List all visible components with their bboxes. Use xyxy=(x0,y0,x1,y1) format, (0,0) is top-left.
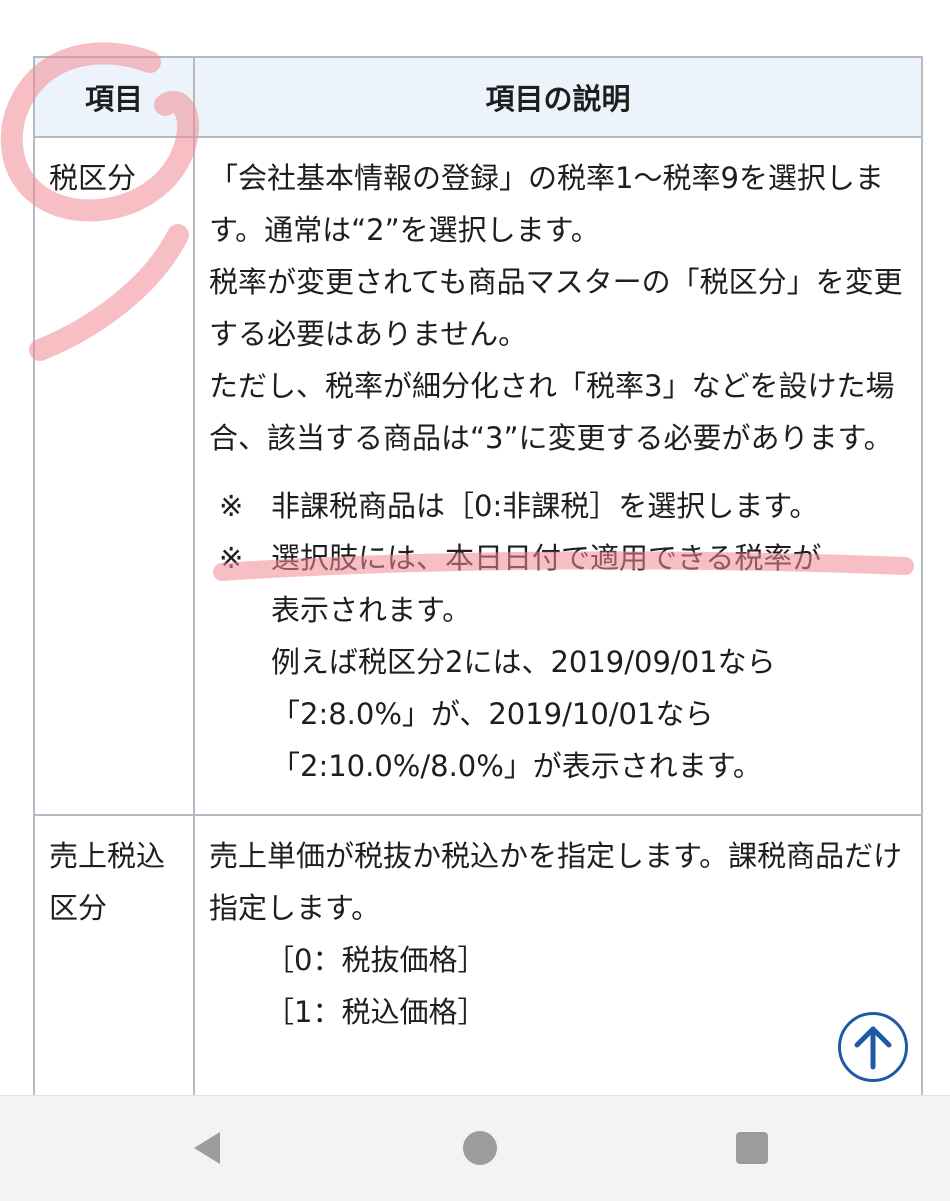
back-button[interactable] xyxy=(186,1126,230,1170)
note-continuation: 「2:10.0%/8.0%」が表示されます。 xyxy=(271,749,762,783)
home-button[interactable] xyxy=(458,1126,502,1170)
scroll-to-top-button[interactable] xyxy=(838,1012,908,1082)
recent-square-icon xyxy=(736,1132,768,1164)
tax-item-table: 項目 項目の説明 税区分 「会社基本情報の登録」の税率1〜税率9を選択します。通… xyxy=(33,56,923,1095)
arrow-up-icon xyxy=(854,1026,892,1070)
option-tax-included: ［1：税込価格］ xyxy=(265,995,487,1029)
header-description: 項目の説明 xyxy=(193,56,923,138)
page-content: 項目 項目の説明 税区分 「会社基本情報の登録」の税率1〜税率9を選択します。通… xyxy=(0,0,950,1095)
table-row: 売上税込区分 売上単価が税抜か税込かを指定します。課税商品だけ指定します。 ［0… xyxy=(33,814,923,1095)
desc-paragraph: ただし、税率が細分化され「税率3」などを設けた場合、該当する商品は“3”に変更す… xyxy=(209,369,895,455)
item-tax-category: 税区分 xyxy=(33,136,195,816)
home-circle-icon xyxy=(463,1131,497,1165)
option-tax-excluded: ［0：税抜価格］ xyxy=(265,943,487,977)
note-text: 非課税商品は［0:非課税］を選択します。 xyxy=(271,489,819,523)
desc-paragraph: 税率が変更されても商品マスターの「税区分」を変更する必要はありません。 xyxy=(209,265,903,351)
note-text: 選択肢には、本日日付で適用できる税率が xyxy=(271,541,822,575)
header-item: 項目 xyxy=(33,56,195,138)
note-continuation: 例えば税区分2には、2019/09/01なら xyxy=(271,645,776,679)
back-triangle-icon xyxy=(194,1132,220,1164)
note-nontaxable: ※ 非課税商品は［0:非課税］を選択します。 xyxy=(209,480,907,532)
item-sales-tax-inclusion: 売上税込区分 xyxy=(33,814,195,1095)
desc-paragraph: 売上単価が税抜か税込かを指定します。課税商品だけ指定します。 xyxy=(209,839,903,925)
description-tax-category: 「会社基本情報の登録」の税率1〜税率9を選択します。通常は“2”を選択します。 … xyxy=(193,136,923,816)
description-sales-tax-inclusion: 売上単価が税抜か税込かを指定します。課税商品だけ指定します。 ［0：税抜価格］ … xyxy=(193,814,923,1095)
note-continuation: 表示されます。 xyxy=(271,593,472,627)
recent-apps-button[interactable] xyxy=(730,1126,774,1170)
note-options: ※ 選択肢には、本日日付で適用できる税率が xyxy=(209,532,907,584)
desc-paragraph: 「会社基本情報の登録」の税率1〜税率9を選択します。通常は“2”を選択します。 xyxy=(209,161,884,247)
table-header-row: 項目 項目の説明 xyxy=(33,56,923,138)
note-continuation: 「2:8.0%」が、2019/10/01なら xyxy=(271,697,714,731)
table-row: 税区分 「会社基本情報の登録」の税率1〜税率9を選択します。通常は“2”を選択し… xyxy=(33,136,923,816)
system-navigation-bar xyxy=(0,1095,950,1201)
note-mark: ※ xyxy=(219,489,244,523)
note-mark: ※ xyxy=(219,541,244,575)
